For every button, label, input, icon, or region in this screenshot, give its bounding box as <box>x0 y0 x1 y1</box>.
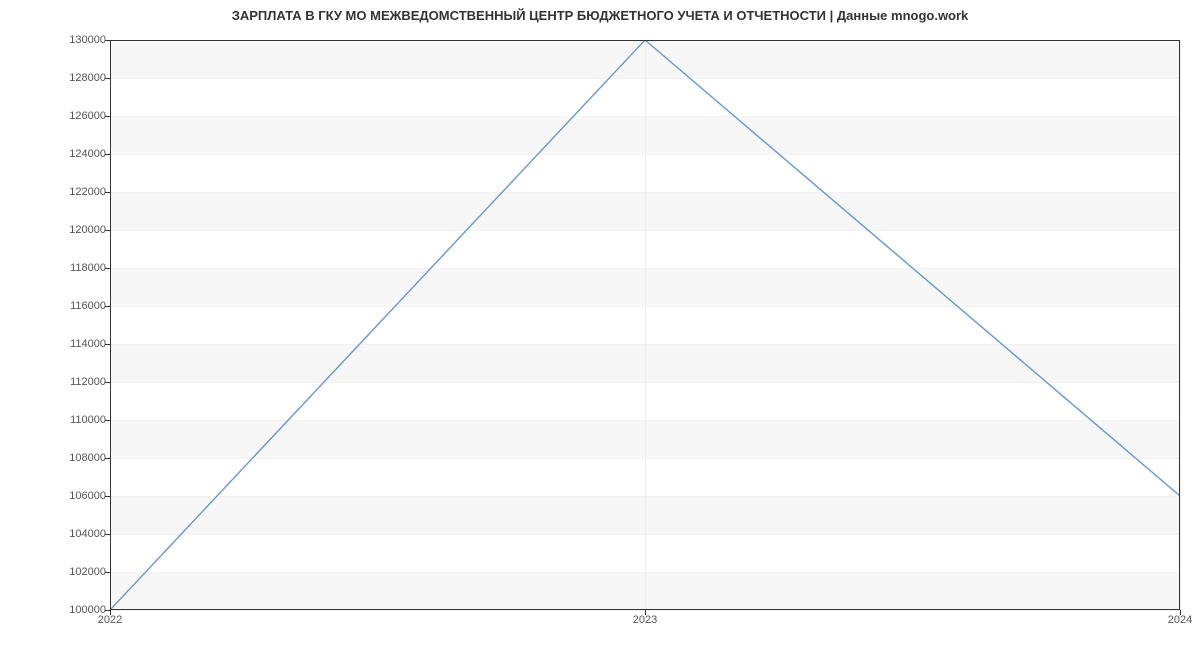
chart-container: ЗАРПЛАТА В ГКУ МО МЕЖВЕДОМСТВЕННЫЙ ЦЕНТР… <box>0 0 1200 650</box>
x-tick-label: 2024 <box>1168 614 1192 626</box>
y-tick-label: 116000 <box>46 300 106 312</box>
y-tick-label: 118000 <box>46 262 106 274</box>
y-tick-label: 104000 <box>46 528 106 540</box>
y-tick-label: 112000 <box>46 376 106 388</box>
y-tick-label: 110000 <box>46 414 106 426</box>
y-tick-label: 124000 <box>46 148 106 160</box>
y-tick-label: 106000 <box>46 490 106 502</box>
y-tick-label: 120000 <box>46 224 106 236</box>
y-tick-label: 102000 <box>46 566 106 578</box>
gridline-v <box>1180 40 1181 610</box>
y-tick-label: 114000 <box>46 338 106 350</box>
plot-area <box>110 40 1180 610</box>
y-tick-label: 128000 <box>46 72 106 84</box>
y-tick-label: 122000 <box>46 186 106 198</box>
chart-title: ЗАРПЛАТА В ГКУ МО МЕЖВЕДОМСТВЕННЫЙ ЦЕНТР… <box>0 8 1200 23</box>
plot-border <box>110 40 1180 610</box>
y-tick-label: 126000 <box>46 110 106 122</box>
x-tick-label: 2022 <box>98 614 122 626</box>
y-tick-label: 130000 <box>46 34 106 46</box>
x-tick-label: 2023 <box>633 614 657 626</box>
y-tick-label: 108000 <box>46 452 106 464</box>
